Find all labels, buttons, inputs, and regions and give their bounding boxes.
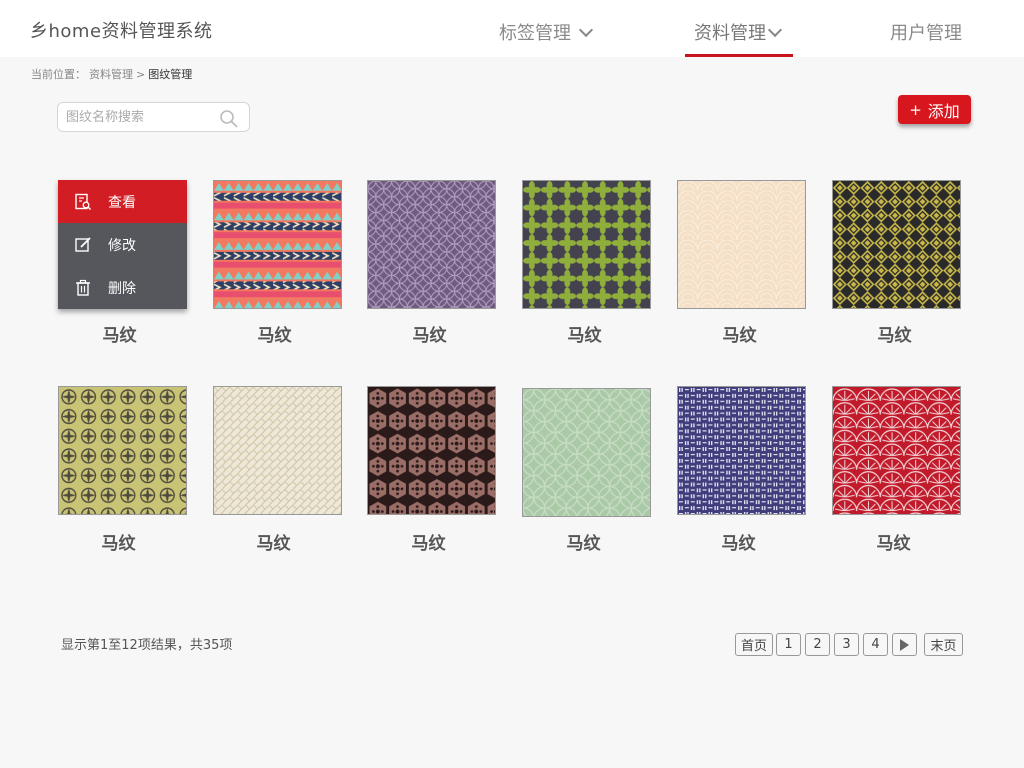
pattern-tile-12[interactable] [832, 386, 961, 515]
result-summary: 显示第1至12项结果，共35项 [61, 638, 233, 653]
tile-context-menu: 查看 修改 删除 [58, 180, 187, 309]
last-page-button[interactable]: 末页 [924, 633, 963, 656]
view-menu-item[interactable]: 查看 [58, 180, 187, 223]
edit-icon [75, 236, 91, 252]
tile-label-8: 马纹 [256, 534, 291, 554]
pattern-tile-8[interactable] [213, 386, 342, 515]
delete-menu-item[interactable]: 删除 [58, 266, 187, 309]
plus-icon: + [909, 100, 922, 119]
app-title: 乡home资料管理系统 [30, 21, 213, 42]
nav-data-management[interactable]: 资料管理 [694, 19, 794, 57]
tile-label-9: 马纹 [411, 534, 446, 554]
search-input[interactable] [66, 108, 216, 126]
page-3-button[interactable]: 3 [834, 633, 859, 656]
search-box [57, 102, 250, 132]
nav-tag-management[interactable]: 标签管理 [499, 19, 594, 57]
search-icon[interactable] [219, 109, 239, 129]
tile-label-1: 马纹 [102, 326, 137, 346]
delete-menu-label: 删除 [108, 280, 136, 297]
pattern-tile-6[interactable] [832, 180, 961, 309]
breadcrumb-current: 图纹管理 [148, 68, 193, 81]
tile-label-2: 马纹 [257, 326, 292, 346]
pattern-tile-10[interactable] [522, 388, 651, 517]
tile-label-6: 马纹 [877, 326, 912, 346]
view-menu-label: 查看 [108, 194, 136, 211]
breadcrumb-parent[interactable]: 资料管理 [89, 68, 133, 81]
tile-label-4: 马纹 [567, 326, 602, 346]
pattern-tile-5[interactable] [677, 180, 806, 309]
page-1-button[interactable]: 1 [776, 633, 801, 656]
view-doc-icon [75, 193, 91, 210]
add-button-label: 添加 [927, 101, 960, 121]
pattern-tile-4[interactable] [522, 180, 651, 309]
pattern-tile-9[interactable] [367, 386, 496, 515]
nav-tag-management-label: 标签管理 [499, 23, 571, 44]
trash-icon [76, 279, 90, 296]
tile-label-3: 马纹 [412, 326, 447, 346]
pattern-tile-7[interactable] [58, 386, 187, 515]
nav-data-management-label: 资料管理 [694, 23, 766, 44]
next-page-button[interactable] [892, 633, 917, 656]
breadcrumb: 当前位置： 资料管理 > 图纹管理 [31, 66, 195, 82]
pattern-tile-3[interactable] [367, 180, 496, 309]
chevron-down-icon [767, 22, 783, 38]
breadcrumb-prefix: 当前位置： [31, 68, 86, 81]
nav-user-management[interactable]: 用户管理 [890, 19, 962, 57]
page-2-button[interactable]: 2 [805, 633, 830, 656]
top-navbar: 乡home资料管理系统 标签管理 资料管理 用户管理 [0, 0, 1024, 57]
add-button[interactable]: + 添加 [898, 95, 971, 124]
first-page-button[interactable]: 首页 [735, 633, 773, 656]
nav-user-management-label: 用户管理 [890, 23, 962, 44]
edit-menu-label: 修改 [108, 237, 136, 254]
nav-active-indicator [685, 54, 793, 57]
tile-label-5: 马纹 [722, 326, 757, 346]
edit-menu-item[interactable]: 修改 [58, 223, 187, 266]
breadcrumb-separator: > [136, 68, 146, 81]
next-page-icon [900, 638, 909, 651]
chevron-down-icon [578, 22, 594, 38]
pattern-tile-2[interactable] [213, 180, 342, 309]
tile-label-7: 马纹 [101, 534, 136, 554]
tile-label-12: 马纹 [876, 534, 911, 554]
page-4-button[interactable]: 4 [863, 633, 888, 656]
pattern-tile-11[interactable] [677, 386, 806, 515]
tile-label-11: 马纹 [721, 534, 756, 554]
tile-label-10: 马纹 [566, 534, 601, 554]
